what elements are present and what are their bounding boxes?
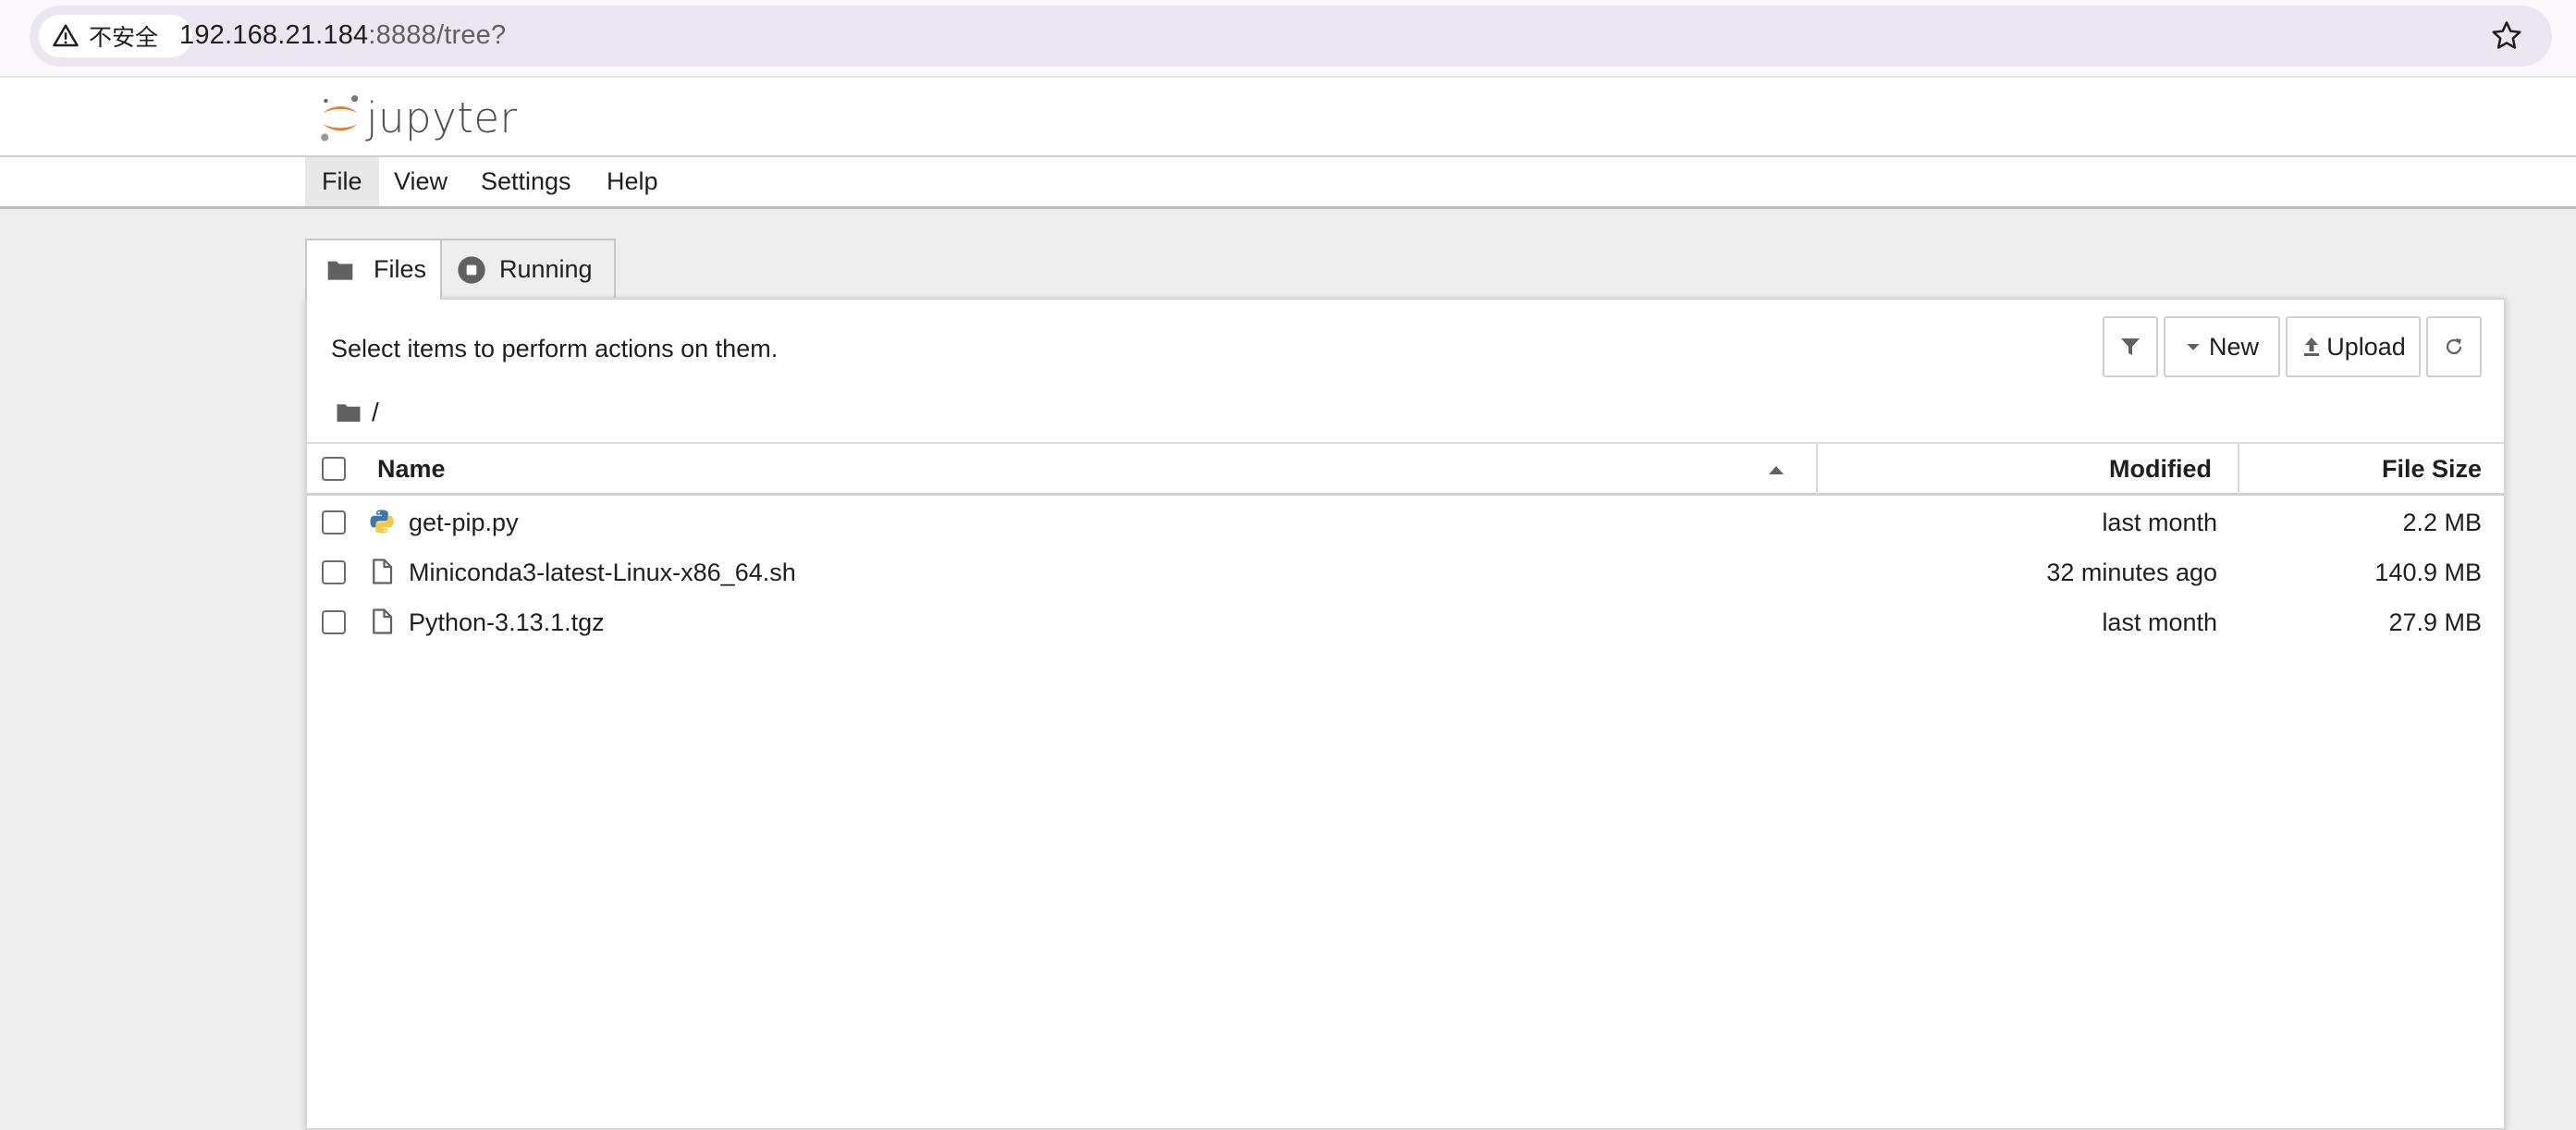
folder-icon <box>327 261 353 280</box>
table-row[interactable]: Python-3.13.1.tgz last month 27.9 MB <box>307 597 2504 647</box>
stop-circle-icon <box>458 256 485 284</box>
column-modified-label: Modified <box>2109 455 2212 483</box>
row-checkbox[interactable] <box>322 510 346 534</box>
tab-files-label: Files <box>374 255 427 283</box>
jupyter-header: jupyter <box>0 78 2576 157</box>
url-text[interactable]: 192.168.21.184:8888/tree? <box>179 20 506 51</box>
upload-button-label: Upload <box>2326 332 2406 361</box>
refresh-icon <box>2446 338 2462 355</box>
security-indicator[interactable]: 不安全 <box>39 15 192 57</box>
jupyter-logo-text: jupyter <box>366 92 518 142</box>
table-row[interactable]: get-pip.py last month 2.2 MB <box>307 497 2504 547</box>
upload-icon <box>2304 338 2320 356</box>
url-path: :8888/tree? <box>368 20 507 50</box>
tab-files[interactable]: Files <box>305 239 442 300</box>
tab-running[interactable]: Running <box>440 239 616 298</box>
new-button-label: New <box>2208 332 2259 361</box>
menu-settings[interactable]: Settings <box>464 157 588 206</box>
breadcrumb: / <box>335 394 379 431</box>
column-modified[interactable]: Modified <box>1818 444 2239 495</box>
file-modified: last month <box>2102 509 2217 536</box>
url-host: 192.168.21.184 <box>179 20 369 50</box>
refresh-button[interactable] <box>2426 316 2482 377</box>
file-size: 140.9 MB <box>2374 559 2482 586</box>
file-icon <box>373 608 393 634</box>
file-toolbar: New Upload <box>2097 316 2482 377</box>
breadcrumb-root[interactable]: / <box>372 398 379 427</box>
caret-down-icon <box>2187 344 2200 350</box>
file-modified: last month <box>2102 608 2217 636</box>
file-icon <box>373 559 393 584</box>
file-list-header: Name Modified File Size <box>307 442 2504 496</box>
browser-toolbar: 不安全 192.168.21.184:8888/tree? <box>0 0 2576 78</box>
tab-running-label: Running <box>499 255 593 283</box>
address-bar[interactable]: 不安全 192.168.21.184:8888/tree? <box>30 6 2552 67</box>
file-browser-panel: Select items to perform actions on them.… <box>305 298 2506 1130</box>
file-name[interactable]: get-pip.py <box>409 509 519 537</box>
filter-button[interactable] <box>2103 316 2158 377</box>
selection-hint: Select items to perform actions on them. <box>331 335 779 362</box>
table-row[interactable]: Miniconda3-latest-Linux-x86_64.sh 32 min… <box>307 547 2504 597</box>
warning-icon <box>53 24 79 47</box>
bookmark-star-icon[interactable] <box>2489 18 2524 54</box>
row-checkbox[interactable] <box>322 560 346 584</box>
file-name[interactable]: Python-3.13.1.tgz <box>409 608 605 637</box>
sort-ascending-icon <box>1769 466 1784 474</box>
python-icon <box>370 510 394 534</box>
jupyter-logo[interactable]: jupyter <box>318 91 518 144</box>
menu-file[interactable]: File <box>305 157 379 206</box>
file-name[interactable]: Miniconda3-latest-Linux-x86_64.sh <box>409 559 796 587</box>
file-size: 2.2 MB <box>2402 509 2482 536</box>
menu-help[interactable]: Help <box>590 157 675 206</box>
column-name-label: Name <box>377 455 446 483</box>
select-all-checkbox[interactable] <box>322 457 346 481</box>
menu-view[interactable]: View <box>377 157 464 206</box>
jupyter-logo-icon <box>321 95 359 141</box>
filter-icon <box>2121 338 2140 355</box>
file-size: 27.9 MB <box>2388 608 2482 636</box>
row-checkbox[interactable] <box>322 610 346 634</box>
folder-icon[interactable] <box>335 399 362 426</box>
menu-bar: File View Settings Help <box>0 157 2576 209</box>
new-button[interactable]: New <box>2164 316 2280 377</box>
column-name[interactable]: Name <box>307 444 1818 495</box>
file-modified: 32 minutes ago <box>2046 559 2217 586</box>
upload-button[interactable]: Upload <box>2286 316 2421 377</box>
column-file-size[interactable]: File Size <box>2239 444 2504 495</box>
column-size-label: File Size <box>2381 455 2482 483</box>
security-label: 不安全 <box>89 25 159 51</box>
